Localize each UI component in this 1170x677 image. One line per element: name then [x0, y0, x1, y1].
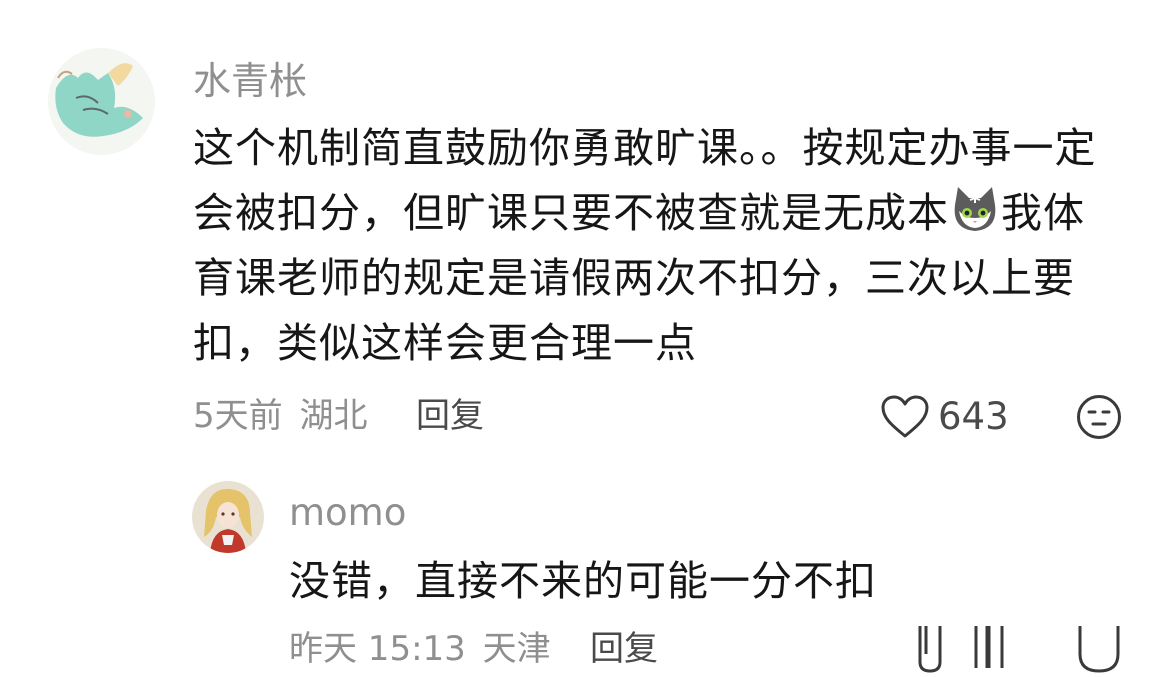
- avatar-image: [48, 48, 155, 155]
- reply-reply-button[interactable]: 回复: [590, 628, 658, 670]
- heart-icon[interactable]: [912, 624, 948, 673]
- reply-button[interactable]: 回复: [416, 395, 484, 437]
- reply-location: 天津: [482, 629, 551, 669]
- reply-text: 没错，直接不来的可能一分不扣: [289, 557, 877, 605]
- comment-meta: 5天前 湖北: [193, 395, 367, 437]
- comment-author[interactable]: 水青枨: [193, 58, 307, 104]
- heart-icon[interactable]: [880, 394, 930, 440]
- avatar[interactable]: [48, 48, 155, 155]
- reply-meta: 昨天 15:13 天津: [289, 628, 551, 670]
- comment-location: 湖北: [299, 396, 368, 436]
- dislike-face-icon[interactable]: [1076, 624, 1122, 673]
- like-count: 643: [938, 395, 1009, 438]
- dislike-face-icon[interactable]: [1075, 393, 1123, 441]
- like-count-icon: [968, 624, 1012, 673]
- reply-avatar-image: [192, 481, 264, 553]
- reply-author[interactable]: momo: [289, 490, 406, 536]
- cat-emoji-icon: [950, 185, 1000, 235]
- comment-text: 这个机制简直鼓励你勇敢旷课。。按规定办事一定会被扣分，但旷课只要不被查就是无成本…: [193, 116, 1113, 376]
- reply-time: 昨天 15:13: [289, 629, 466, 669]
- reply-avatar[interactable]: [192, 481, 264, 553]
- comment-time: 5天前: [193, 396, 283, 436]
